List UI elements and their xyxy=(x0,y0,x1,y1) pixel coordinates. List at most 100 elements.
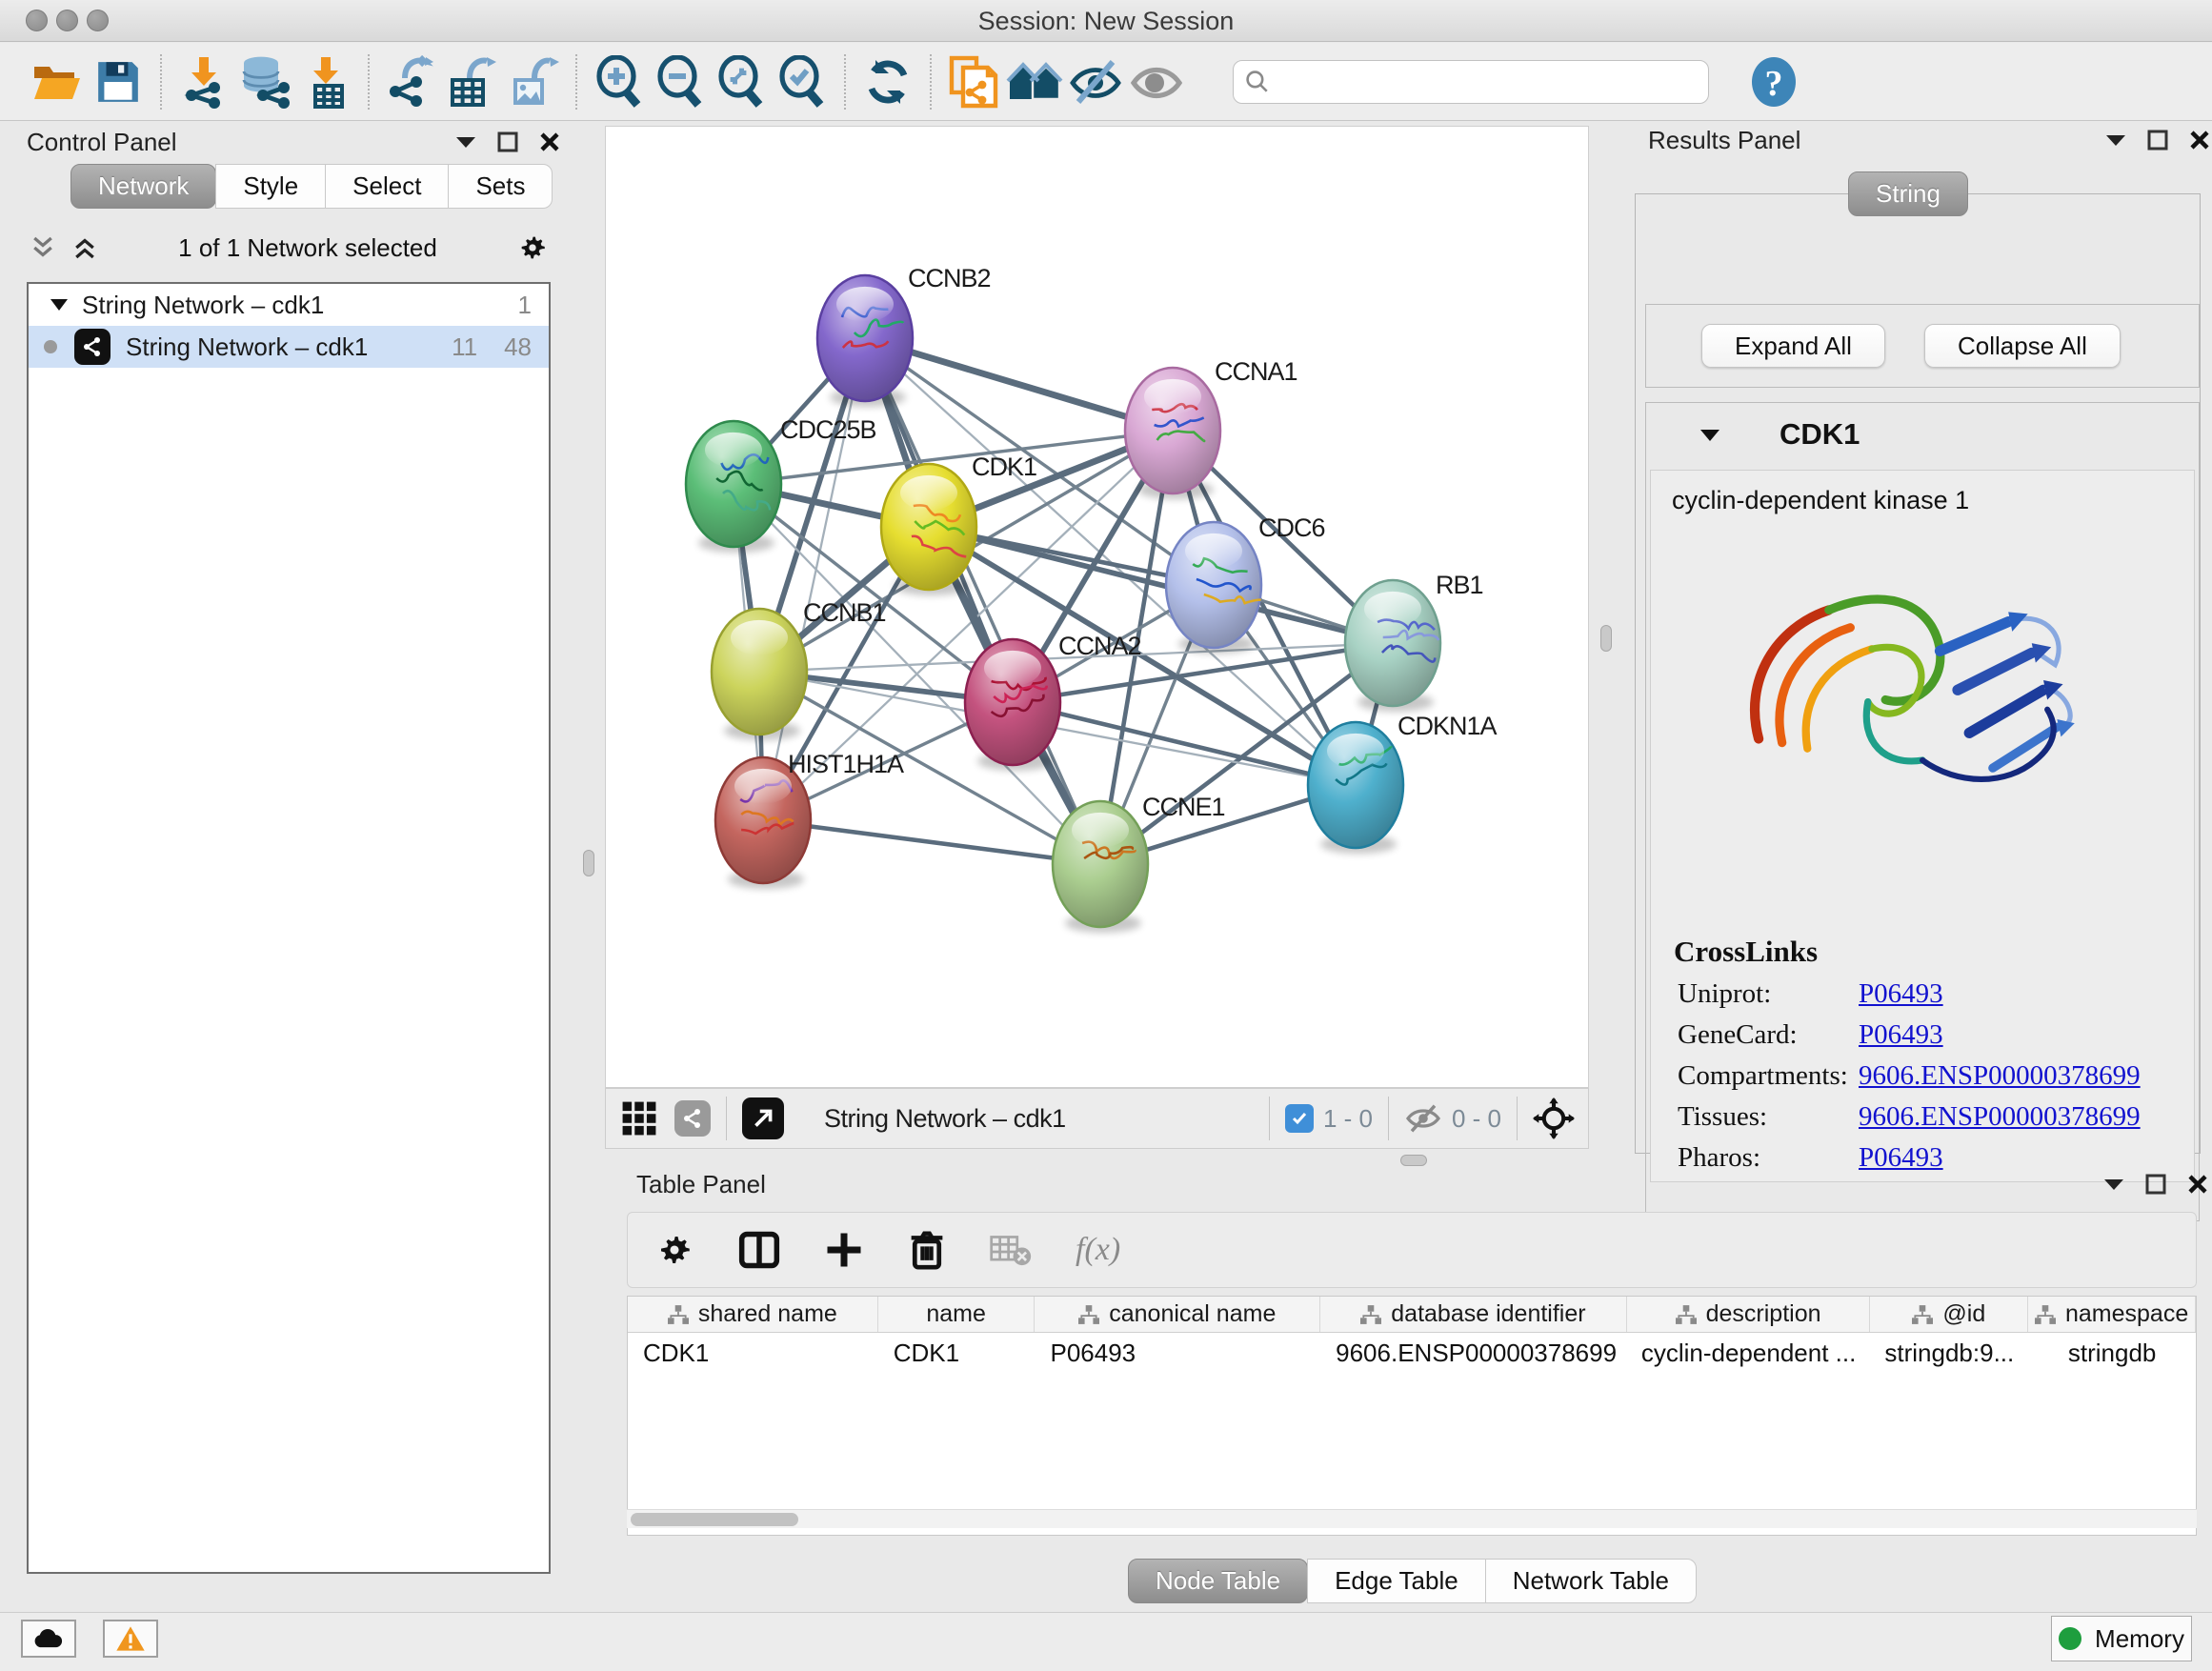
tab-style[interactable]: Style xyxy=(215,164,326,209)
network-row-selected[interactable]: String Network – cdk1 11 48 xyxy=(29,326,549,368)
column-header-namespace[interactable]: namespace xyxy=(2028,1297,2196,1332)
show-hidden-button[interactable] xyxy=(1126,51,1187,112)
panel-menu-icon[interactable] xyxy=(2105,133,2126,147)
float-panel-icon[interactable] xyxy=(497,131,518,152)
delete-column-icon[interactable] xyxy=(908,1229,946,1271)
network-node-RB1[interactable]: RB1 xyxy=(1345,571,1483,712)
crosslink-value-link[interactable]: 9606.ENSP00000378699 xyxy=(1859,1101,2141,1133)
hide-selected-button[interactable] xyxy=(1065,51,1126,112)
table-cell[interactable]: P06493 xyxy=(1036,1333,1321,1373)
table-row[interactable]: CDK1CDK1P064939606.ENSP00000378699cyclin… xyxy=(628,1333,2196,1373)
refresh-layout-button[interactable] xyxy=(857,51,918,112)
close-panel-icon[interactable] xyxy=(2187,1174,2208,1195)
export-network-button[interactable] xyxy=(381,51,442,112)
crosslinks-title: CrossLinks xyxy=(1674,935,2194,969)
network-node-CCNA1[interactable]: CCNA1 xyxy=(1125,357,1297,499)
fit-content-crosshair-icon[interactable] xyxy=(1533,1097,1575,1139)
copy-document-icon xyxy=(948,54,999,110)
network-collection-row[interactable]: String Network – cdk1 1 xyxy=(29,284,549,326)
open-session-button[interactable] xyxy=(27,51,88,112)
column-header-name[interactable]: name xyxy=(878,1297,1036,1332)
section-collapse-icon[interactable] xyxy=(1699,428,1720,442)
tab-sets[interactable]: Sets xyxy=(448,164,553,209)
add-column-icon[interactable] xyxy=(824,1230,864,1270)
memory-button[interactable]: Memory xyxy=(2051,1616,2192,1661)
collapse-all-button[interactable]: Collapse All xyxy=(1924,324,2121,368)
table-options-gear-icon[interactable] xyxy=(654,1230,694,1270)
export-image-button[interactable] xyxy=(503,51,564,112)
column-header-label: database identifier xyxy=(1391,1300,1585,1328)
selected-nodes-checkbox[interactable] xyxy=(1285,1104,1314,1133)
column-header--id[interactable]: @id xyxy=(1870,1297,2028,1332)
network-view-canvas[interactable]: CCNB2CCNA1CDC25BCDK1CDC6RB1CCNB1CCNA2CDK… xyxy=(605,126,1589,1088)
horizontal-splitter-handle[interactable] xyxy=(1400,1155,1427,1166)
tab-select[interactable]: Select xyxy=(325,164,449,209)
scrollbar-thumb[interactable] xyxy=(631,1513,798,1526)
zoom-selected-button[interactable] xyxy=(772,51,833,112)
expand-all-button[interactable]: Expand All xyxy=(1701,324,1885,368)
float-panel-icon[interactable] xyxy=(2145,1174,2166,1195)
column-header-shared-name[interactable]: shared name xyxy=(628,1297,878,1332)
column-header-description[interactable]: description xyxy=(1627,1297,1871,1332)
network-node-CCNA2[interactable]: CCNA2 xyxy=(965,632,1141,771)
import-network-from-database-button[interactable] xyxy=(234,51,295,112)
zoom-in-button[interactable] xyxy=(589,51,650,112)
left-splitter-handle[interactable] xyxy=(583,850,594,876)
tab-edge-table[interactable]: Edge Table xyxy=(1307,1559,1486,1603)
network-node-CCNE1[interactable]: CCNE1 xyxy=(1053,793,1225,933)
right-splitter-handle[interactable] xyxy=(1600,625,1612,652)
float-panel-icon[interactable] xyxy=(2147,130,2168,151)
network-node-CDC6[interactable]: CDC6 xyxy=(1166,513,1325,654)
network-options-gear-icon[interactable] xyxy=(516,232,549,264)
import-network-button[interactable] xyxy=(173,51,234,112)
collapse-all-icon[interactable] xyxy=(29,233,57,262)
crosslink-value-link[interactable]: P06493 xyxy=(1859,978,1943,1010)
network-node-CCNB1[interactable]: CCNB1 xyxy=(712,598,886,740)
table-cell[interactable]: CDK1 xyxy=(878,1333,1036,1373)
search-input[interactable] xyxy=(1277,68,1697,96)
panel-menu-icon[interactable] xyxy=(455,135,476,149)
protein-header-row[interactable]: CDK1 xyxy=(1646,403,2199,466)
crosslink-value-link[interactable]: 9606.ENSP00000378699 xyxy=(1859,1060,2141,1092)
clone-network-button[interactable] xyxy=(943,51,1004,112)
column-header-database-identifier[interactable]: database identifier xyxy=(1320,1297,1627,1332)
close-panel-icon[interactable] xyxy=(2189,130,2210,151)
import-table-button[interactable] xyxy=(295,51,356,112)
help-button[interactable]: ? xyxy=(1743,51,1804,112)
show-all-button[interactable] xyxy=(1004,51,1065,112)
show-columns-icon[interactable] xyxy=(738,1229,780,1271)
panel-menu-icon[interactable] xyxy=(2103,1178,2124,1191)
tree-expander-icon[interactable] xyxy=(50,298,69,312)
toolbar-search-field[interactable] xyxy=(1233,60,1709,104)
crosslink-row: Tissues:9606.ENSP00000378699 xyxy=(1678,1101,2194,1133)
export-table-button[interactable] xyxy=(442,51,503,112)
network-node-CDKN1A[interactable]: CDKN1A xyxy=(1308,712,1498,854)
expand-all-icon[interactable] xyxy=(70,233,99,262)
save-session-button[interactable] xyxy=(88,51,149,112)
results-panel-controls xyxy=(2105,130,2210,151)
network-node-CCNB2[interactable]: CCNB2 xyxy=(817,264,991,407)
table-horizontal-scrollbar[interactable] xyxy=(627,1509,2197,1528)
tab-network[interactable]: Network xyxy=(70,164,216,209)
close-panel-icon[interactable] xyxy=(539,131,560,152)
tab-node-table[interactable]: Node Table xyxy=(1128,1559,1308,1603)
zoom-fit-button[interactable] xyxy=(711,51,772,112)
open-in-window-button[interactable] xyxy=(742,1097,784,1139)
tab-string[interactable]: String xyxy=(1848,171,1968,216)
crosslink-label: Tissues: xyxy=(1678,1101,1859,1133)
warnings-button[interactable] xyxy=(103,1620,158,1658)
cloud-status-button[interactable] xyxy=(21,1620,76,1658)
network-view-toolbar: String Network – cdk1 1 - 0 0 - 0 xyxy=(605,1088,1589,1149)
birds-eye-view-icon[interactable] xyxy=(621,1100,657,1137)
network-node-HIST1H1A[interactable]: HIST1H1A xyxy=(715,750,904,889)
network-edge-count: 48 xyxy=(504,332,532,362)
table-cell[interactable]: 9606.ENSP00000378699 xyxy=(1320,1333,1627,1373)
zoom-out-button[interactable] xyxy=(650,51,711,112)
table-cell[interactable]: cyclin-dependent ... xyxy=(1627,1333,1871,1373)
table-cell[interactable]: CDK1 xyxy=(628,1333,878,1373)
column-header-canonical-name[interactable]: canonical name xyxy=(1035,1297,1320,1332)
crosslink-value-link[interactable]: P06493 xyxy=(1859,1019,1943,1051)
table-cell[interactable]: stringdb xyxy=(2028,1333,2196,1373)
tab-network-table[interactable]: Network Table xyxy=(1485,1559,1697,1603)
table-cell[interactable]: stringdb:9... xyxy=(1870,1333,2028,1373)
